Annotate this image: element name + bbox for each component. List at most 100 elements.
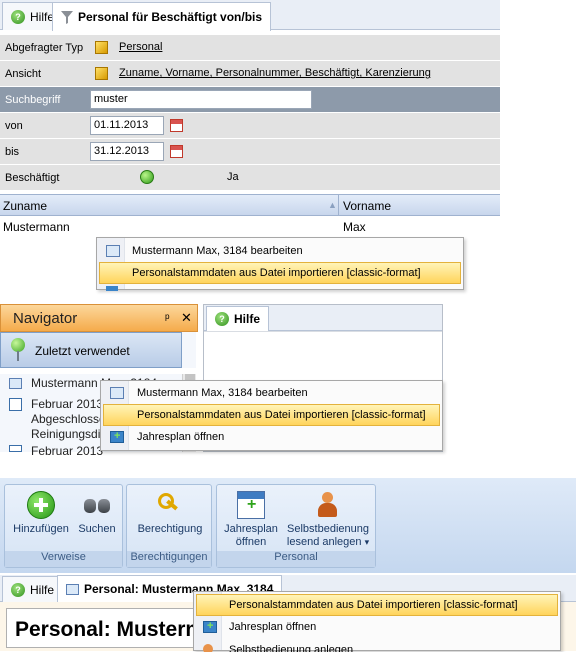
recent-button[interactable]: Zuletzt verwendet (0, 332, 182, 368)
card-icon (9, 378, 22, 389)
from-date-input[interactable]: 01.11.2013 (90, 116, 164, 135)
person-add-icon (314, 491, 342, 519)
cube-icon (95, 67, 108, 80)
search-label: Suchbegriff (5, 93, 61, 106)
list-item[interactable]: Februar 2013 (31, 397, 103, 411)
pushpin-icon (11, 338, 25, 361)
ribbon-group-label: Berechtigungen (127, 551, 211, 567)
status-dot-icon (140, 170, 154, 184)
menu-item-label: Mustermann Max, 3184 bearbeiten (132, 245, 303, 257)
menu-item-jahresplan[interactable]: Jahresplan öffnen (103, 426, 440, 448)
view-label: Ansicht (5, 67, 42, 80)
table-row[interactable]: Mustermann Max (0, 217, 500, 237)
ribbon-group-verweise: Hinzufügen Suchen Verweise (4, 484, 123, 568)
menu-item-label: Personalstammdaten aus Datei importieren… (132, 267, 421, 279)
employed-value: Ja (227, 171, 239, 183)
menu-item-import[interactable]: Personalstammdaten aus Datei importieren… (103, 404, 440, 426)
filter-row-type: Abgefragter Typ Personal (0, 35, 500, 61)
jahresplan-icon (203, 620, 217, 633)
ribbon-group-label: Verweise (5, 551, 122, 567)
sort-asc-icon: ▲ (328, 200, 337, 210)
view-value-link[interactable]: Zuname, Vorname, Personalnummer, Beschäf… (119, 67, 431, 79)
button-label-line1: Selbstbedienung (287, 523, 369, 535)
tab-label: Personal für Beschäftigt von/bis (78, 10, 263, 24)
close-icon[interactable]: ✕ (181, 310, 192, 326)
filter-row-from: von 01.11.2013 (0, 113, 500, 139)
menu-item-self-service[interactable]: Selbstbedienung anlegen (196, 638, 558, 652)
cell-vorname: Max (343, 220, 366, 234)
tab-label: Hilfe (30, 9, 55, 24)
dropdown-arrow-icon: ▾ (364, 537, 370, 547)
calendar-icon[interactable] (170, 119, 183, 132)
search-button[interactable]: Suchen (75, 491, 119, 536)
permission-button[interactable]: Berechtigung (131, 491, 209, 536)
key-icon (156, 491, 184, 519)
tab-label: Hilfe (234, 312, 261, 326)
button-label: Suchen (78, 523, 116, 535)
ribbon-group-berechtigungen: Berechtigung Berechtigungen (126, 484, 212, 568)
ribbon-group-personal: Jahresplan öffnen Selbstbedienung lesend… (216, 484, 376, 568)
add-button[interactable]: Hinzufügen (9, 491, 73, 536)
type-value-link[interactable]: Personal (119, 41, 162, 53)
type-label: Abgefragter Typ (5, 41, 84, 54)
menu-item-jahresplan[interactable]: Jahresplan öffnen (196, 616, 558, 638)
menu-item-import[interactable]: Personalstammdaten aus Datei importieren… (196, 594, 558, 616)
tab-bar: ? Hilfe Personal für Beschäftigt von/bis (0, 0, 500, 31)
menu-item-label: Personalstammdaten aus Datei importieren… (137, 409, 426, 421)
tab-hilfe[interactable]: ? Hilfe (2, 576, 64, 602)
column-header-zuname[interactable]: Zuname (3, 199, 47, 213)
menu-item-label: Personalstammdaten aus Datei importieren… (229, 599, 518, 611)
tab-personal-filter[interactable]: Personal für Beschäftigt von/bis (52, 2, 272, 31)
employed-label: Beschäftigt (5, 171, 60, 184)
button-label: Hinzufügen (13, 523, 69, 535)
card-icon (106, 245, 120, 257)
navigator-header: Navigator ᵖ ✕ (0, 304, 198, 332)
menu-item-edit[interactable]: Mustermann Max, 3184 bearbeiten (99, 240, 461, 262)
context-menu: Mustermann Max, 3184 bearbeiten Personal… (100, 380, 443, 451)
page-title: Personal: Mustermann Max, 3184 (15, 618, 195, 641)
menu-item-edit[interactable]: Mustermann Max, 3184 bearbeiten (103, 382, 440, 404)
help-icon: ? (215, 312, 229, 326)
button-label: Berechtigung (137, 523, 203, 535)
button-label-line2: lesend anlegen (286, 536, 362, 548)
cell-zuname: Mustermann (3, 220, 70, 234)
to-date-input[interactable]: 31.12.2013 (90, 142, 164, 161)
filter-panel: ? Hilfe Personal für Beschäftigt von/bis… (0, 0, 500, 291)
help-icon: ? (11, 582, 25, 597)
ribbon: Hinzufügen Suchen Verweise Berechtigung … (0, 478, 576, 573)
calendar-icon[interactable] (170, 145, 183, 158)
from-label: von (5, 119, 23, 132)
menu-item-label: Jahresplan öffnen (137, 431, 225, 443)
calendar-icon (9, 445, 22, 452)
ribbon-group-label: Personal (217, 551, 375, 567)
column-divider (338, 195, 339, 215)
add-icon (27, 491, 55, 519)
pin-icon[interactable]: ᵖ (165, 311, 170, 325)
to-label: bis (5, 145, 20, 158)
column-header-vorname[interactable]: Vorname (343, 199, 391, 213)
tab-hilfe[interactable]: ? Hilfe (206, 306, 270, 331)
grid-header: Zuname ▲ Vorname (0, 194, 500, 216)
recent-label: Zuletzt verwendet (35, 344, 130, 358)
self-service-button[interactable]: Selbstbedienung lesend anlegen ▾ (281, 491, 375, 549)
filter-row-view: Ansicht Zuname, Vorname, Personalnummer,… (0, 61, 500, 87)
jahresplan-icon (110, 430, 124, 443)
card-icon (66, 583, 79, 595)
binoculars-icon (83, 491, 111, 519)
filter-row-to: bis 31.12.2013 (0, 139, 500, 165)
menu-item-import[interactable]: Personalstammdaten aus Datei importieren… (99, 262, 461, 284)
filter-icon (61, 10, 73, 24)
list-item[interactable]: Februar 2013 (31, 444, 103, 458)
jahresplan-button[interactable]: Jahresplan öffnen (221, 491, 281, 549)
context-menu: Personalstammdaten aus Datei importieren… (193, 591, 561, 652)
menu-item-label: Mustermann Max, 3184 bearbeiten (137, 387, 308, 399)
calendar-add-icon (237, 491, 265, 519)
navigator-title: Navigator (13, 310, 78, 327)
filter-row-search: Suchbegriff muster (0, 87, 500, 113)
jahresplan-icon (106, 286, 118, 291)
recent-spacer (182, 332, 196, 368)
menu-item-label: Jahresplan öffnen (229, 621, 317, 633)
search-input[interactable]: muster (90, 90, 312, 109)
page-title-box: Personal: Mustermann Max, 3184 (6, 608, 196, 648)
help-icon: ? (11, 9, 25, 24)
